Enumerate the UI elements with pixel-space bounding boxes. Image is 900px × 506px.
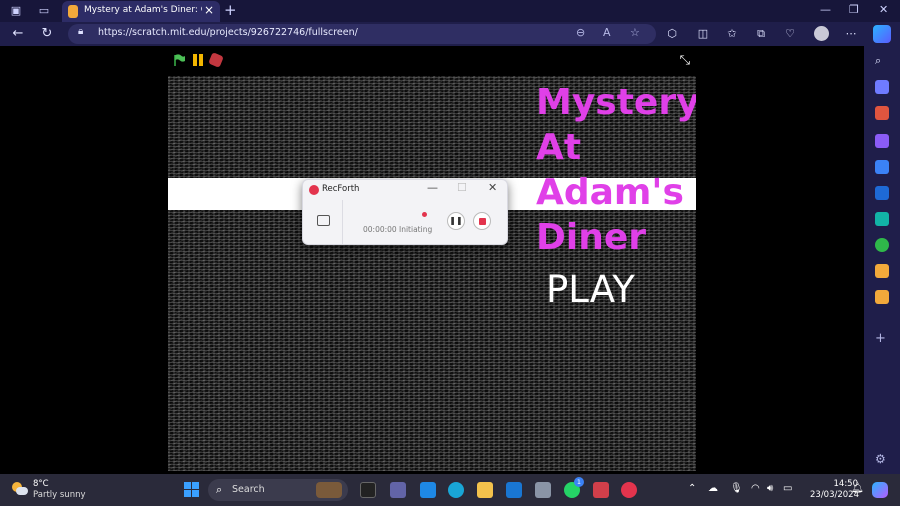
scratch-controls: ⤡ — [168, 50, 696, 74]
lock-icon[interactable]: 🔒︎ — [78, 26, 83, 37]
new-tab-icon[interactable]: + — [224, 1, 237, 19]
weather-temp[interactable]: 8°C — [33, 479, 49, 489]
back-icon[interactable]: ← — [10, 26, 26, 42]
favorite-star-icon[interactable]: ☆ — [630, 26, 640, 39]
search-icon: ⌕ — [216, 483, 223, 496]
open-folder-icon[interactable] — [317, 215, 330, 226]
mail-icon[interactable] — [420, 482, 436, 498]
tab-title: Mystery at Adam's Diner: Official — [84, 5, 202, 15]
rec-maximize-icon: ☐ — [457, 181, 467, 194]
sidebar-scratch-icon-2[interactable] — [875, 290, 889, 304]
game-title-line: Diner — [536, 217, 647, 258]
address-bar[interactable]: 🔒︎ https://scratch.mit.edu/projects/9267… — [68, 24, 656, 44]
windows-taskbar: 8°C Partly sunny ⌕ Search 1 ⌃ ☁ 🎙︎ ◠ 🔊︎ … — [0, 474, 900, 506]
edge-sidebar: ⌕ + ⚙ — [864, 46, 900, 474]
store-icon[interactable] — [506, 482, 522, 498]
pause-icon[interactable] — [192, 54, 204, 66]
zoom-icon[interactable]: ⊖ — [576, 26, 585, 39]
tab-close-icon[interactable]: × — [204, 3, 214, 17]
stop-icon[interactable] — [208, 52, 224, 68]
split-screen-icon[interactable]: ◫ — [695, 26, 711, 42]
task-view-icon[interactable] — [360, 482, 376, 498]
sidebar-search-icon[interactable]: ⌕ — [875, 54, 889, 68]
edge-icon[interactable] — [448, 482, 464, 498]
address-toolbar: ← ↻ 🔒︎ https://scratch.mit.edu/projects/… — [0, 22, 900, 46]
whatsapp-badge: 1 — [574, 477, 584, 487]
sidebar-shopping-icon[interactable] — [875, 80, 889, 94]
sidebar-scratch-icon[interactable] — [875, 264, 889, 278]
volume-icon[interactable]: 🔊︎ — [767, 483, 773, 494]
sidebar-m365-icon[interactable] — [875, 160, 889, 174]
app-icon[interactable] — [535, 482, 551, 498]
minimize-icon[interactable]: — — [820, 3, 831, 16]
sidebar-add-icon[interactable]: + — [875, 332, 889, 346]
copilot-icon[interactable] — [873, 25, 891, 43]
exit-fullscreen-icon[interactable]: ⤡ — [680, 53, 690, 68]
taskbar-search[interactable]: ⌕ Search — [208, 479, 348, 501]
sidebar-games-icon[interactable] — [875, 134, 889, 148]
restore-icon[interactable]: ❐ — [849, 3, 859, 16]
recforth-title: RecForth — [322, 184, 360, 194]
refresh-icon[interactable]: ↻ — [39, 26, 55, 42]
recforth-window[interactable]: RecForth — ☐ ✕ 00:00:00 Initiating ❚❚ — [302, 179, 508, 245]
weather-condition[interactable]: Partly sunny — [33, 490, 86, 500]
copilot-taskbar-icon[interactable] — [872, 482, 888, 498]
rec-stop-button[interactable] — [473, 212, 491, 230]
game-stage[interactable]: Mystery At Adam's Diner PLAY — [168, 76, 696, 471]
profile-avatar[interactable] — [814, 26, 829, 41]
teams-icon[interactable] — [390, 482, 406, 498]
browser-title-bar: ▣ ▭ Mystery at Adam's Diner: Official × … — [0, 0, 900, 22]
rec-divider — [342, 200, 343, 244]
windows-start-icon[interactable] — [184, 482, 200, 498]
game-title-line: Adam's — [536, 172, 684, 213]
search-placeholder: Search — [232, 484, 265, 495]
game-title-line: At — [536, 127, 582, 168]
rec-pause-button[interactable]: ❚❚ — [447, 212, 465, 230]
file-explorer-icon[interactable] — [477, 482, 493, 498]
tray-chevron-icon[interactable]: ⌃ — [688, 483, 696, 494]
favorites-icon[interactable]: ✩ — [724, 26, 740, 42]
sidebar-tools-icon[interactable] — [875, 106, 889, 120]
sidebar-tree-icon[interactable] — [875, 238, 889, 252]
scratch-favicon-icon — [68, 5, 78, 18]
green-flag-icon[interactable] — [174, 54, 186, 66]
game-title-line: Mystery — [536, 82, 696, 123]
whatsapp-icon[interactable]: 1 — [564, 477, 584, 498]
rec-status: Initiating — [399, 225, 433, 234]
sidebar-settings-icon[interactable]: ⚙ — [875, 452, 889, 466]
search-highlight-icon — [316, 482, 342, 498]
browser-essentials-icon[interactable]: ♡ — [782, 26, 798, 42]
onedrive-icon[interactable]: ☁ — [708, 483, 718, 494]
tab-actions-icon[interactable]: ▭ — [36, 3, 52, 19]
recforth-logo-icon — [309, 185, 319, 195]
read-aloud-icon[interactable]: A — [603, 26, 611, 39]
microphone-icon[interactable]: 🎙︎ — [730, 483, 743, 494]
rec-minimize-icon[interactable]: — — [427, 181, 438, 194]
app-icon-red[interactable] — [593, 482, 609, 498]
collections-icon[interactable]: ⧉ — [753, 26, 769, 42]
rec-timer: 00:00:00 — [363, 225, 397, 234]
recording-dot-icon — [422, 212, 427, 217]
url-text[interactable]: https://scratch.mit.edu/projects/9267227… — [98, 27, 358, 38]
recforth-taskbar-icon[interactable] — [621, 482, 637, 498]
sidebar-send-icon[interactable] — [875, 212, 889, 226]
play-button[interactable]: PLAY — [546, 268, 635, 311]
workspaces-icon[interactable]: ▣ — [8, 3, 24, 19]
wifi-icon[interactable]: ◠ — [751, 483, 760, 494]
rec-close-icon[interactable]: ✕ — [488, 181, 497, 194]
weather-icon[interactable] — [12, 482, 28, 496]
more-menu-icon[interactable]: ⋯ — [843, 26, 859, 42]
game-title: Mystery At Adam's Diner — [536, 80, 696, 260]
notification-bell-icon[interactable]: 🔔︎ — [851, 483, 864, 494]
tab-active[interactable]: Mystery at Adam's Diner: Official × — [62, 1, 220, 22]
battery-icon[interactable]: ▭ — [783, 483, 792, 494]
extensions-icon[interactable]: ⬡ — [664, 26, 680, 42]
sidebar-outlook-icon[interactable] — [875, 186, 889, 200]
close-icon[interactable]: ✕ — [879, 3, 888, 16]
